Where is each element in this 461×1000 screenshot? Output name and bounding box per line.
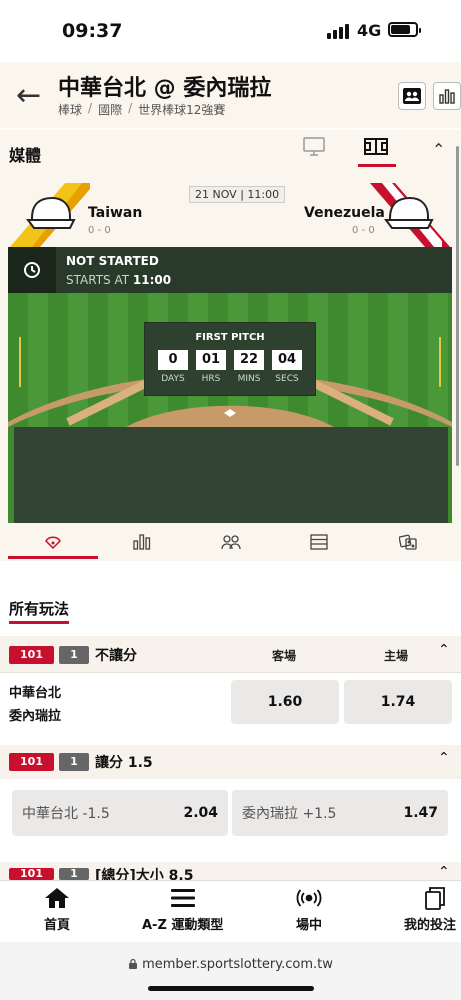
divider [0, 672, 461, 673]
team-away: 中華台北 [9, 686, 62, 701]
market-label: 讓分 1.5 [95, 755, 153, 771]
stats-tab-icon[interactable] [133, 533, 151, 550]
field-view-icon[interactable] [364, 137, 388, 161]
chevron-up-icon[interactable]: ⌃ [438, 750, 450, 766]
chevron-up-icon[interactable]: ⌃ [438, 864, 450, 880]
home-team-score: 0 - 0 [88, 225, 111, 236]
market-num: 1 [59, 868, 89, 880]
page-title: 中華台北 @ 委內瑞拉 [58, 76, 272, 101]
chevron-up-icon[interactable]: ⌃ [432, 140, 445, 159]
market-num: 1 [59, 646, 89, 664]
media-label: 媒體 [9, 146, 42, 165]
team-home: 委內瑞拉 [9, 709, 62, 724]
breadcrumb-item[interactable]: 國際 [98, 101, 122, 118]
col-home: 主場 [384, 649, 409, 663]
lineup-tab-icon[interactable] [221, 534, 241, 550]
all-bets-title: 所有玩法 [9, 600, 70, 618]
lineup-button[interactable] [398, 82, 426, 110]
tv-icon[interactable] [303, 137, 325, 161]
network-label: 4G [357, 21, 382, 40]
baseball-field-tab-icon[interactable] [44, 534, 62, 550]
market-num: 1 [59, 753, 89, 771]
bets-icon [425, 887, 445, 910]
nav-home[interactable]: 首頁 [44, 886, 70, 933]
first-pitch-title: FIRST PITCH [195, 332, 265, 343]
market-label: 不讓分 [95, 648, 137, 664]
timer-icon [8, 247, 56, 293]
battery-icon [388, 22, 421, 37]
menu-icon [170, 889, 195, 907]
odd-button-handicap-away[interactable]: 中華台北 -1.5 2.04 [12, 790, 228, 836]
starts-at: STARTS AT 11:00 [66, 273, 172, 287]
home-icon [45, 888, 69, 908]
away-cap-icon [384, 196, 434, 229]
media-tab-active-underline [8, 556, 98, 559]
media-tab-underline [358, 164, 396, 167]
nav-my-bets[interactable]: 我的投注 [404, 886, 461, 933]
stats-button[interactable] [433, 82, 461, 110]
home-indicator [148, 986, 314, 991]
breadcrumb: 棒球 / 國際 / 世界棒球12強賽 [58, 101, 226, 118]
home-team-name: Taiwan [88, 205, 143, 221]
live-icon [296, 889, 322, 907]
stats-panel [14, 427, 448, 523]
breadcrumb-item[interactable]: 世界棒球12強賽 [138, 101, 225, 118]
table-tab-icon[interactable] [310, 534, 328, 550]
countdown-secs: 04 SECS [272, 350, 302, 384]
match-status: NOT STARTED [66, 254, 159, 268]
nav-live[interactable]: 場中 [296, 886, 322, 933]
countdown-hours: 01 HRS [196, 350, 226, 384]
market-code: 101 [9, 646, 54, 664]
lineup-icon [403, 88, 421, 104]
all-bets-underline [9, 621, 69, 624]
scrollbar[interactable] [456, 146, 459, 466]
match-date: 21 NOV | 11:00 [189, 186, 286, 203]
countdown-mins: 22 MINS [234, 350, 264, 384]
nav-sports-az[interactable]: A-Z 運動類型 [142, 886, 223, 933]
odd-button-away[interactable]: 1.60 [231, 680, 339, 724]
lock-icon [129, 958, 138, 969]
market-code: 101 [9, 753, 54, 771]
chevron-up-icon[interactable]: ⌃ [438, 642, 450, 658]
countdown-days: 0 DAYS [158, 350, 188, 384]
back-arrow-icon[interactable]: ← [16, 81, 41, 111]
breadcrumb-item[interactable]: 棒球 [58, 101, 82, 118]
dice-tab-icon[interactable] [399, 533, 417, 551]
home-cap-icon [26, 196, 76, 229]
col-away: 客場 [272, 649, 297, 663]
signal-icon [327, 24, 349, 39]
status-time: 09:37 [62, 20, 123, 42]
odd-button-home[interactable]: 1.74 [344, 680, 452, 724]
odd-button-handicap-home[interactable]: 委內瑞拉 +1.5 1.47 [232, 790, 448, 836]
market-label: [總分]大小 8.5 [95, 868, 194, 880]
market-code: 101 [9, 868, 54, 880]
stats-icon [439, 89, 455, 104]
url-text[interactable]: member.sportslottery.com.tw [0, 957, 461, 972]
